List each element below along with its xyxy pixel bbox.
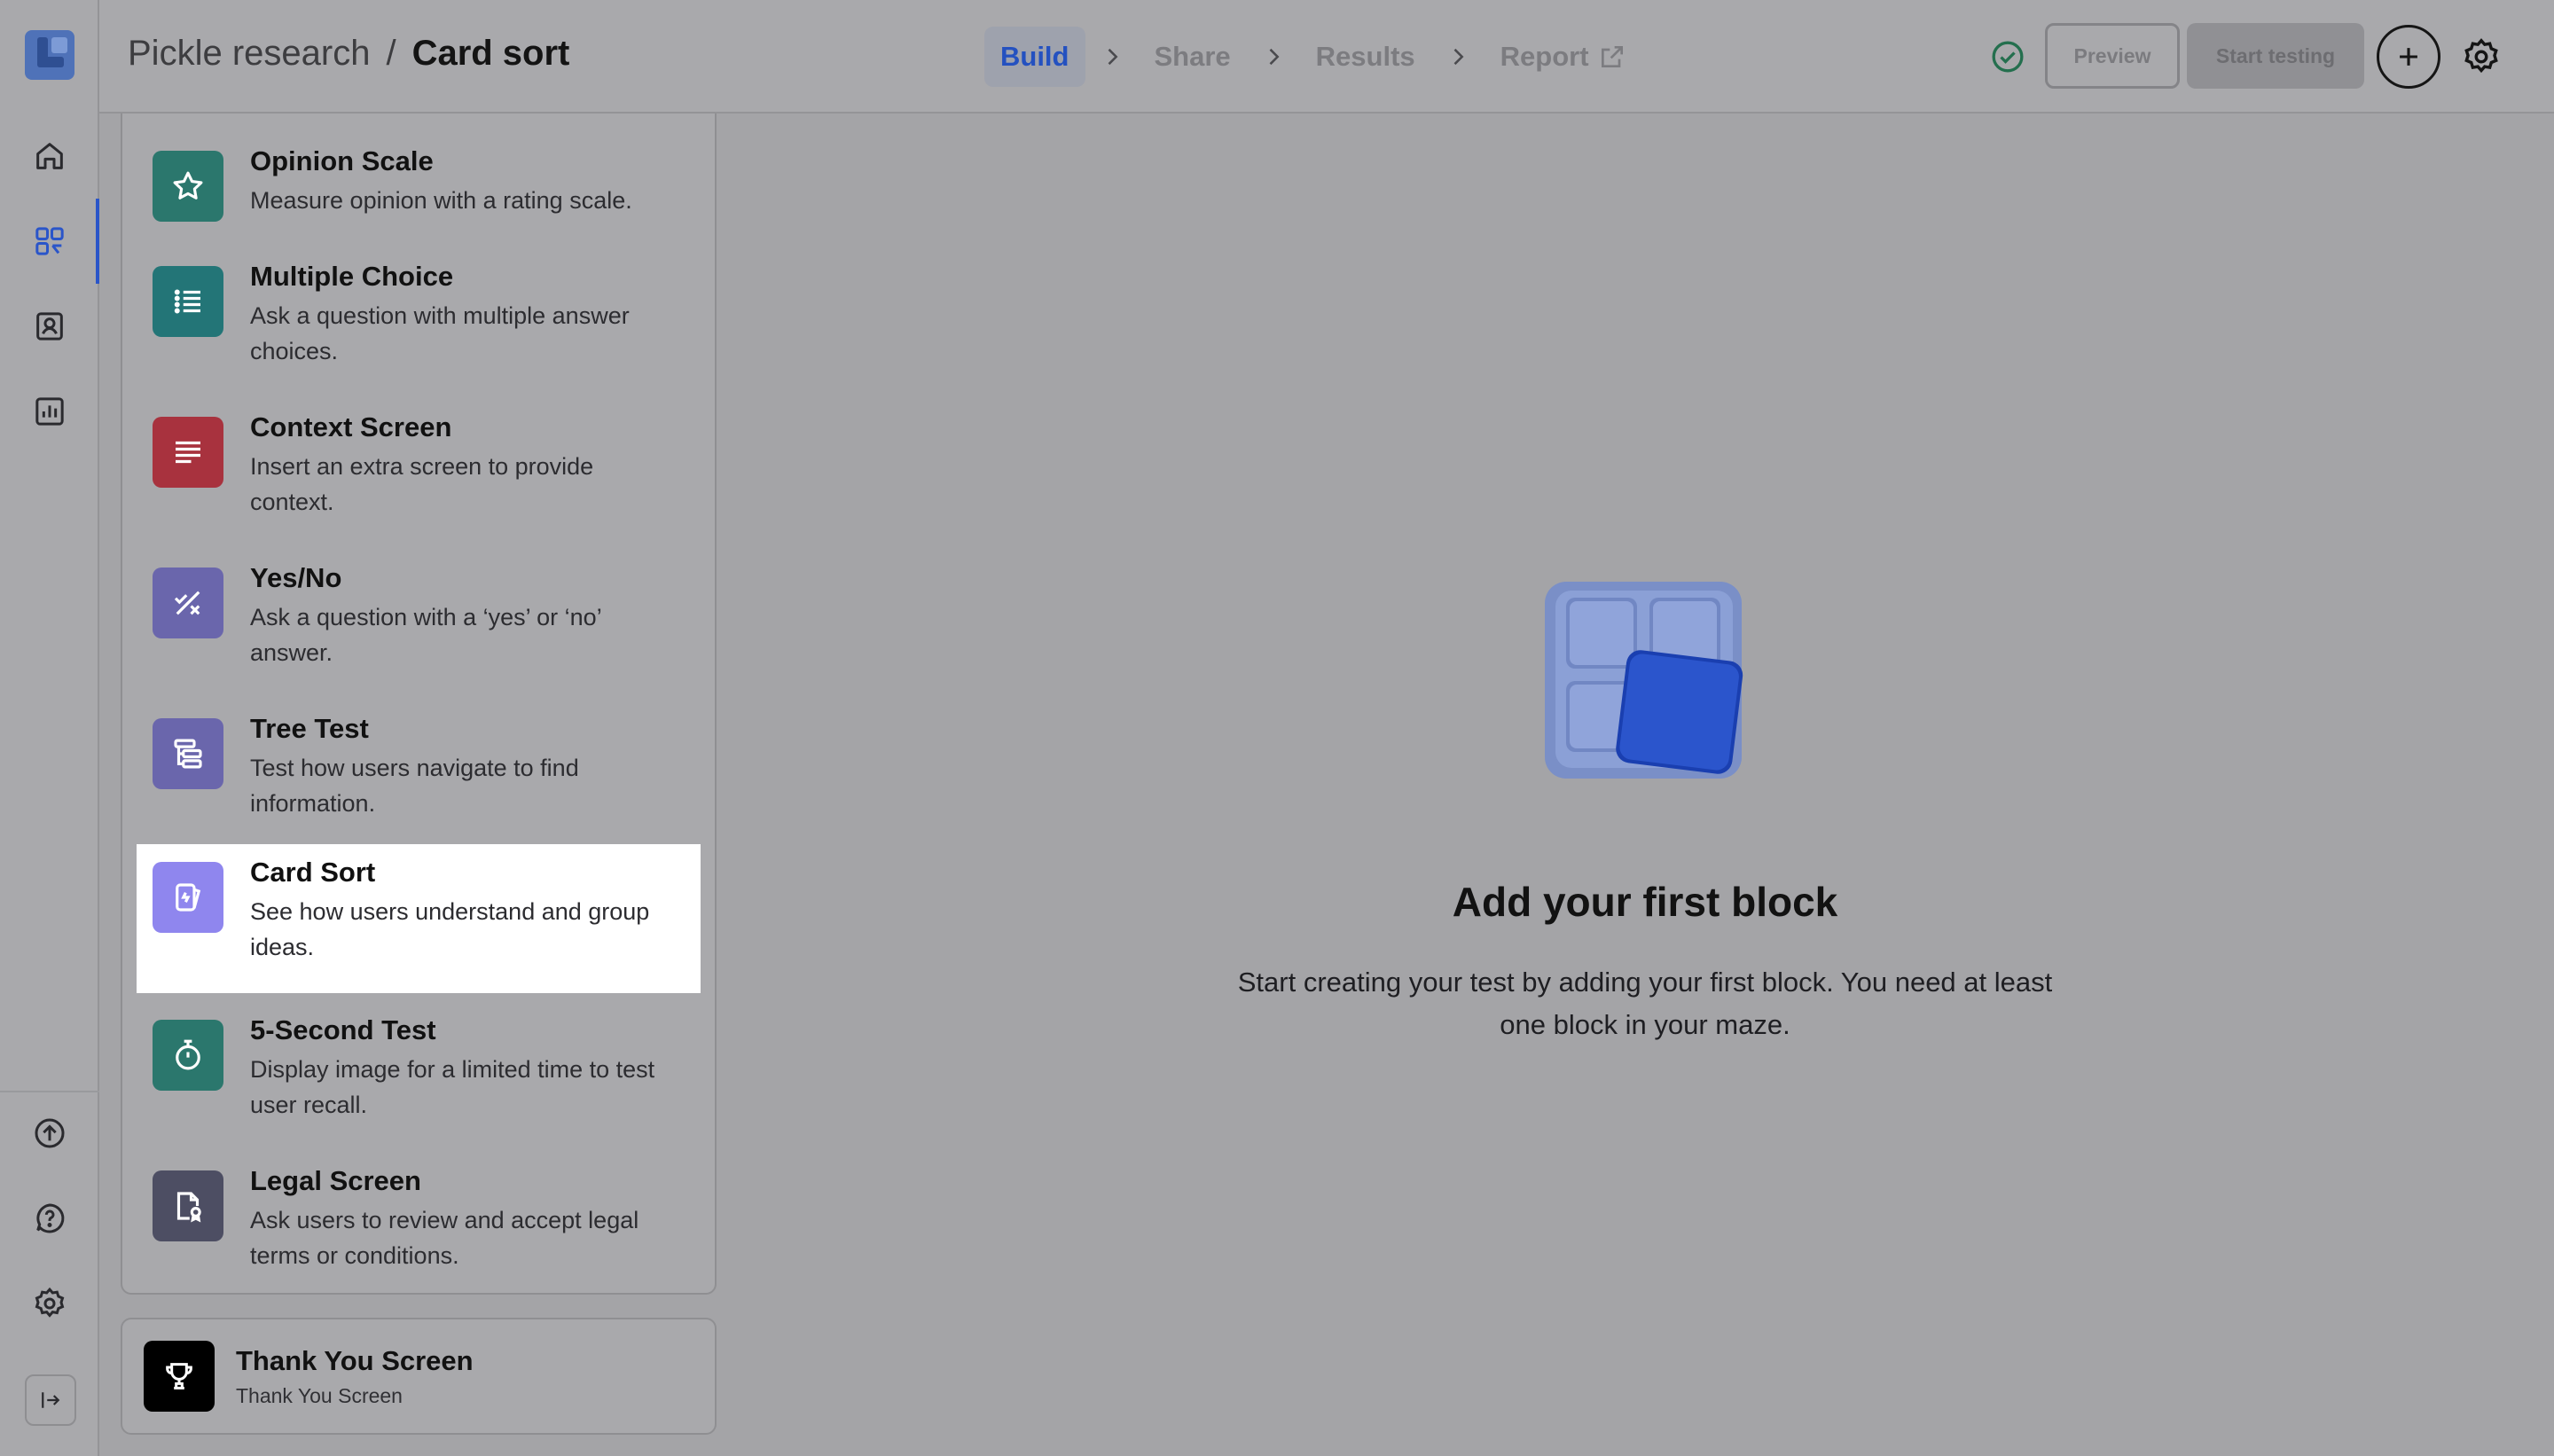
active-indicator	[96, 199, 99, 284]
upload-icon[interactable]	[25, 1108, 74, 1158]
block-title: Multiple Choice	[250, 261, 454, 292]
preview-button[interactable]: Preview	[2045, 23, 2180, 89]
thank-you-screen-card[interactable]: Thank You Screen Thank You Screen	[121, 1318, 717, 1435]
block-description: Ask users to review and accept legal ter…	[250, 1207, 639, 1269]
star-icon	[153, 151, 223, 222]
block-description: Ask a question with a ‘yes’ or ‘no’ answ…	[250, 604, 601, 666]
saved-check-icon	[1992, 41, 2024, 73]
trophy-icon	[144, 1341, 215, 1412]
block-title: Tree Test	[250, 713, 369, 744]
breadcrumb: Pickle research / Card sort	[128, 34, 569, 74]
block-option-multiple-choice[interactable]: Multiple Choice Ask a question with mult…	[137, 248, 701, 397]
blocks-illustration	[1545, 582, 1743, 779]
plus-icon	[2400, 48, 2417, 66]
block-title: Opinion Scale	[250, 145, 434, 176]
legal-doc-icon	[153, 1170, 223, 1241]
home-icon[interactable]	[25, 131, 74, 181]
block-option-context-screen[interactable]: Context Screen Insert an extra screen to…	[137, 399, 701, 548]
check-cross-icon	[153, 568, 223, 638]
rail-divider	[0, 1091, 99, 1092]
maze-logo[interactable]	[25, 30, 74, 80]
block-description: Measure opinion with a rating scale.	[250, 187, 632, 214]
analytics-icon[interactable]	[25, 387, 74, 436]
gear-icon	[2464, 38, 2498, 74]
page-title[interactable]: Card sort	[412, 34, 570, 74]
breadcrumb-separator: /	[386, 34, 396, 73]
contacts-icon[interactable]	[25, 301, 74, 351]
block-picker-panel: Opinion Scale Measure opinion with a rat…	[121, 114, 717, 1295]
add-button[interactable]	[2377, 25, 2440, 89]
thank-you-subtitle: Thank You Screen	[236, 1383, 403, 1407]
top-header: Pickle research / Card sort Build Share …	[99, 0, 2554, 114]
block-option-yes-no[interactable]: Yes/No Ask a question with a ‘yes’ or ‘n…	[137, 550, 701, 699]
stopwatch-icon	[153, 1020, 223, 1091]
collapse-sidebar-button[interactable]	[25, 1374, 76, 1426]
left-rail	[0, 0, 99, 1456]
blocks-icon[interactable]	[25, 216, 74, 266]
block-option-5-second-test[interactable]: 5-Second Test Display image for a limite…	[137, 1002, 701, 1151]
empty-state-description: Start creating your test by adding your …	[1237, 967, 2053, 1040]
block-option-tree-test[interactable]: Tree Test Test how users navigate to fin…	[137, 701, 701, 849]
block-description: See how users understand and group ideas…	[250, 898, 650, 960]
block-title: 5-Second Test	[250, 1014, 436, 1045]
step-report-label: Report	[1500, 41, 1589, 72]
chevron-right-icon	[1247, 44, 1300, 69]
thank-you-title: Thank You Screen	[236, 1344, 474, 1376]
list-icon	[153, 266, 223, 337]
block-title: Yes/No	[250, 562, 342, 593]
step-share[interactable]: Share	[1139, 27, 1247, 87]
block-description: Display image for a limited time to test…	[250, 1056, 655, 1118]
text-lines-icon	[153, 417, 223, 488]
block-title: Legal Screen	[250, 1165, 421, 1196]
block-option-legal-screen[interactable]: Legal Screen Ask users to review and acc…	[137, 1153, 701, 1302]
step-results[interactable]: Results	[1300, 27, 1431, 87]
empty-state-title: Add your first block	[1452, 879, 1838, 925]
external-link-icon	[1601, 46, 1623, 67]
block-description: Ask a question with multiple answer choi…	[250, 302, 630, 364]
card-sort-icon	[153, 862, 223, 933]
settings-icon[interactable]	[25, 1279, 74, 1328]
block-title: Card Sort	[250, 857, 376, 888]
step-report[interactable]: Report	[1485, 27, 1642, 87]
tree-icon	[153, 718, 223, 789]
block-option-card-sort[interactable]: Card Sort See how users understand and g…	[137, 844, 701, 993]
breadcrumb-project[interactable]: Pickle research	[128, 34, 370, 74]
test-settings-button[interactable]	[2458, 34, 2504, 80]
block-description: Test how users navigate to find informat…	[250, 755, 579, 817]
workflow-steps: Build Share Results Report	[984, 27, 1642, 87]
help-icon[interactable]	[25, 1194, 74, 1243]
block-title: Context Screen	[250, 411, 452, 442]
block-description: Insert an extra screen to provide contex…	[250, 453, 594, 515]
step-build[interactable]: Build	[984, 27, 1085, 87]
chevron-right-icon	[1431, 44, 1485, 69]
chevron-right-icon	[1085, 44, 1139, 69]
start-testing-button[interactable]: Start testing	[2187, 23, 2364, 89]
